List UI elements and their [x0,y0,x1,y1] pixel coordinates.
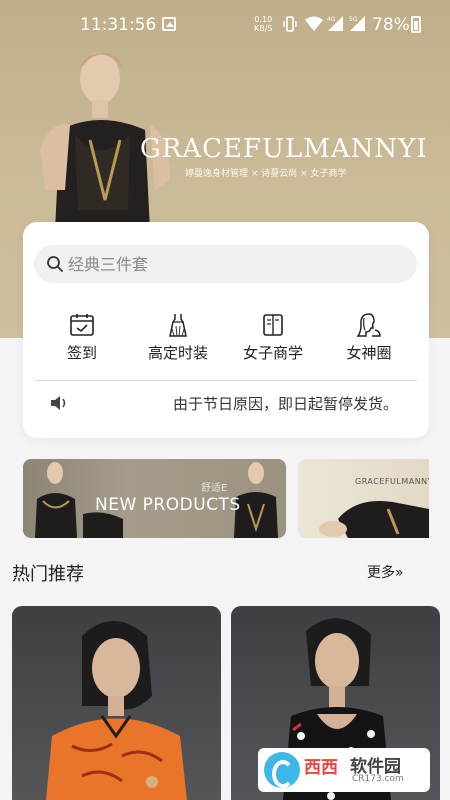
watermark-url: CR173.com [352,774,404,784]
woman-profile-icon [356,313,381,337]
hero-brand-title: GRACEFULMANNYI [140,134,428,164]
banner-subtitle: 舒适E [201,483,228,494]
site-watermark: 西西 软件园 CR173.com [258,748,430,792]
signal-5g-label: 5G [349,16,358,23]
hero-tagline: 婷曼逸身材管理 × 诗蔓云尚 × 女子商学 [185,169,347,179]
network-speed: 0.10 KB/S [254,15,273,33]
menu-item-checkin[interactable]: 签到 [37,312,127,372]
signal-5g-icon: 5G [349,16,365,31]
network-speed-value: 0.10 [254,15,273,24]
wifi-icon [305,16,323,31]
search-icon [47,256,63,272]
watermark-logo-icon [264,752,300,788]
banner-title: NEW PRODUCTS [95,495,241,515]
menu-item-goddess-circle[interactable]: 女神圈 [324,312,414,372]
signal-4g-label: 4G [327,16,336,23]
notice-text[interactable]: 由于节日原因，即日起暂停发货。 [173,393,398,414]
battery-icon [411,16,421,33]
product-image [46,621,187,800]
book-icon [263,314,283,336]
menu-item-label: 女子商学 [242,344,303,362]
menu-item-label: 女神圈 [346,344,392,362]
menu-item-couture[interactable]: 高定时装 [133,312,223,372]
menu-item-business-school[interactable]: 女子商学 [228,312,318,372]
section-title: 热门推荐 [12,564,84,585]
menu-item-label: 签到 [66,344,97,362]
quick-menu: 签到 高定时装 女子商学 女神圈 [23,312,429,372]
search-bar[interactable] [34,245,417,283]
product-card[interactable] [12,606,221,800]
banner2-model-image [319,501,429,538]
promo-banner-new-products[interactable]: 舒适E NEW PRODUCTS [23,459,286,538]
card-divider [35,380,417,381]
calendar-check-icon [70,314,94,336]
vibrate-icon [283,16,297,32]
status-bar: 11:31:56 0.10 KB/S 4G 5G 78% [0,0,450,50]
watermark-brand: 西西 [304,758,338,778]
speaker-icon [51,396,66,410]
signal-4g-icon: 4G [327,16,343,31]
dress-icon [169,314,187,337]
promo-banner-brand[interactable]: GRACEFULMANNY [298,459,429,538]
quick-access-card: 签到 高定时装 女子商学 [23,222,429,438]
search-input[interactable] [68,245,398,283]
more-link[interactable]: 更多» [367,562,404,582]
battery-percent: 78% [372,15,410,35]
menu-item-label: 高定时装 [147,344,208,362]
gallery-icon [162,17,176,31]
status-time: 11:31:56 [80,15,157,35]
network-speed-unit: KB/S [254,24,273,33]
